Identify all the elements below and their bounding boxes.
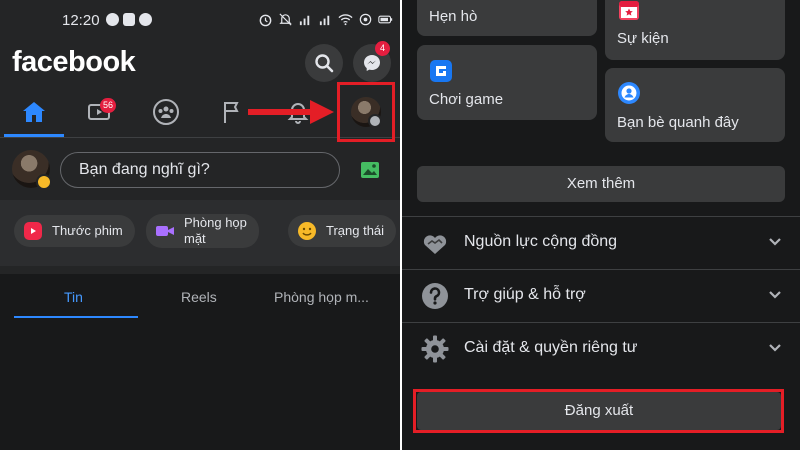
menu-label: Nguồn lực cộng đồng — [464, 233, 618, 250]
shortcut-label: Chơi game — [429, 91, 504, 108]
facebook-logo[interactable]: facebook — [12, 46, 136, 79]
search-icon — [315, 54, 334, 73]
signal-icon — [299, 15, 310, 26]
calendar-star-icon — [619, 1, 639, 20]
home-icon — [23, 102, 45, 122]
composer-avatar-wrap — [12, 150, 52, 190]
active-feed-tab-indicator — [14, 316, 138, 318]
reels-chip[interactable]: Thước phim — [14, 215, 135, 247]
shortcut-label: Hẹn hò — [429, 8, 478, 25]
tab-watch[interactable]: 56 — [76, 88, 124, 136]
tab-groups[interactable] — [142, 88, 190, 136]
shortcut-events[interactable]: Sự kiện — [605, 0, 785, 60]
chevron-down-icon — [769, 291, 781, 299]
shortcut-label: Bạn bè quanh đây — [617, 114, 739, 131]
status-time: 12:20 — [62, 12, 100, 29]
app-notification-icon — [139, 13, 152, 26]
wifi-icon — [338, 14, 353, 26]
menu-label: Cài đặt & quyền riêng tư — [464, 339, 638, 356]
menu-label: Trợ giúp & hỗ trợ — [464, 286, 586, 303]
chip-label: Phòng họp mặt — [184, 215, 247, 246]
watch-badge: 56 — [100, 98, 117, 113]
status-bar: 12:20 — [0, 0, 400, 40]
active-tab-indicator — [4, 134, 64, 137]
see-more-button[interactable]: Xem thêm — [417, 166, 785, 202]
reels-icon — [24, 222, 42, 240]
gaming-icon — [430, 60, 452, 82]
notification-icons — [106, 13, 152, 26]
menu-highlight-annotation — [337, 82, 395, 142]
emoji-status-icon — [36, 174, 52, 190]
tab-stories[interactable]: Tin — [64, 289, 83, 305]
menu-settings-privacy[interactable]: Cài đặt & quyền riêng tư — [402, 323, 800, 375]
nearby-friends-icon — [618, 82, 640, 104]
whats-on-your-mind-input[interactable]: Bạn đang nghĩ gì? — [60, 152, 340, 188]
handshake-heart-icon — [423, 235, 447, 254]
alarm-icon — [259, 14, 272, 27]
video-room-chip[interactable]: Phòng họp mặt — [146, 214, 259, 248]
facebook-home-screen: 12:20 facebook 4 56 Bạn đang nghĩ gì? Th… — [0, 0, 400, 450]
chevron-down-icon — [769, 238, 781, 246]
signal-icon — [319, 15, 330, 26]
flag-icon — [224, 102, 239, 123]
search-button[interactable] — [305, 44, 343, 82]
tab-home[interactable] — [10, 88, 58, 136]
video-room-icon — [156, 226, 174, 236]
messenger-icon — [364, 55, 380, 71]
red-arrow-annotation — [248, 100, 334, 124]
gear-icon — [421, 335, 449, 363]
system-status-icons — [258, 12, 393, 27]
shortcut-dating[interactable]: Hẹn hò — [417, 0, 597, 36]
groups-icon — [153, 99, 179, 125]
messenger-button[interactable]: 4 — [353, 41, 391, 82]
help-circle-icon — [422, 283, 448, 309]
tab-reels[interactable]: Reels — [181, 289, 217, 305]
feeling-chip[interactable]: Trạng thái — [288, 215, 397, 247]
battery-icon — [378, 15, 393, 24]
shortcut-nearby-friends[interactable]: Bạn bè quanh đây — [605, 68, 785, 142]
tab-rooms[interactable]: Phòng họp m... — [274, 289, 369, 305]
smile-emoji-icon — [298, 222, 316, 240]
shortcut-label: Sự kiện — [617, 30, 669, 47]
photo-icon[interactable] — [358, 158, 382, 182]
mute-bell-icon — [279, 13, 292, 26]
menu-community-resources[interactable]: Nguồn lực cộng đồng — [402, 217, 800, 269]
menu-help-support[interactable]: Trợ giúp & hỗ trợ — [402, 270, 800, 322]
messenger-notification-icon — [106, 13, 119, 26]
messenger-badge: 4 — [375, 41, 390, 56]
chip-label: Thước phim — [52, 223, 123, 238]
chevron-down-icon — [769, 344, 781, 352]
logout-highlight-annotation — [413, 389, 784, 433]
chip-label: Trạng thái — [326, 223, 385, 238]
app-notification-icon — [123, 13, 135, 26]
hotspot-icon — [359, 13, 372, 26]
shortcut-gaming[interactable]: Chơi game — [417, 45, 597, 120]
